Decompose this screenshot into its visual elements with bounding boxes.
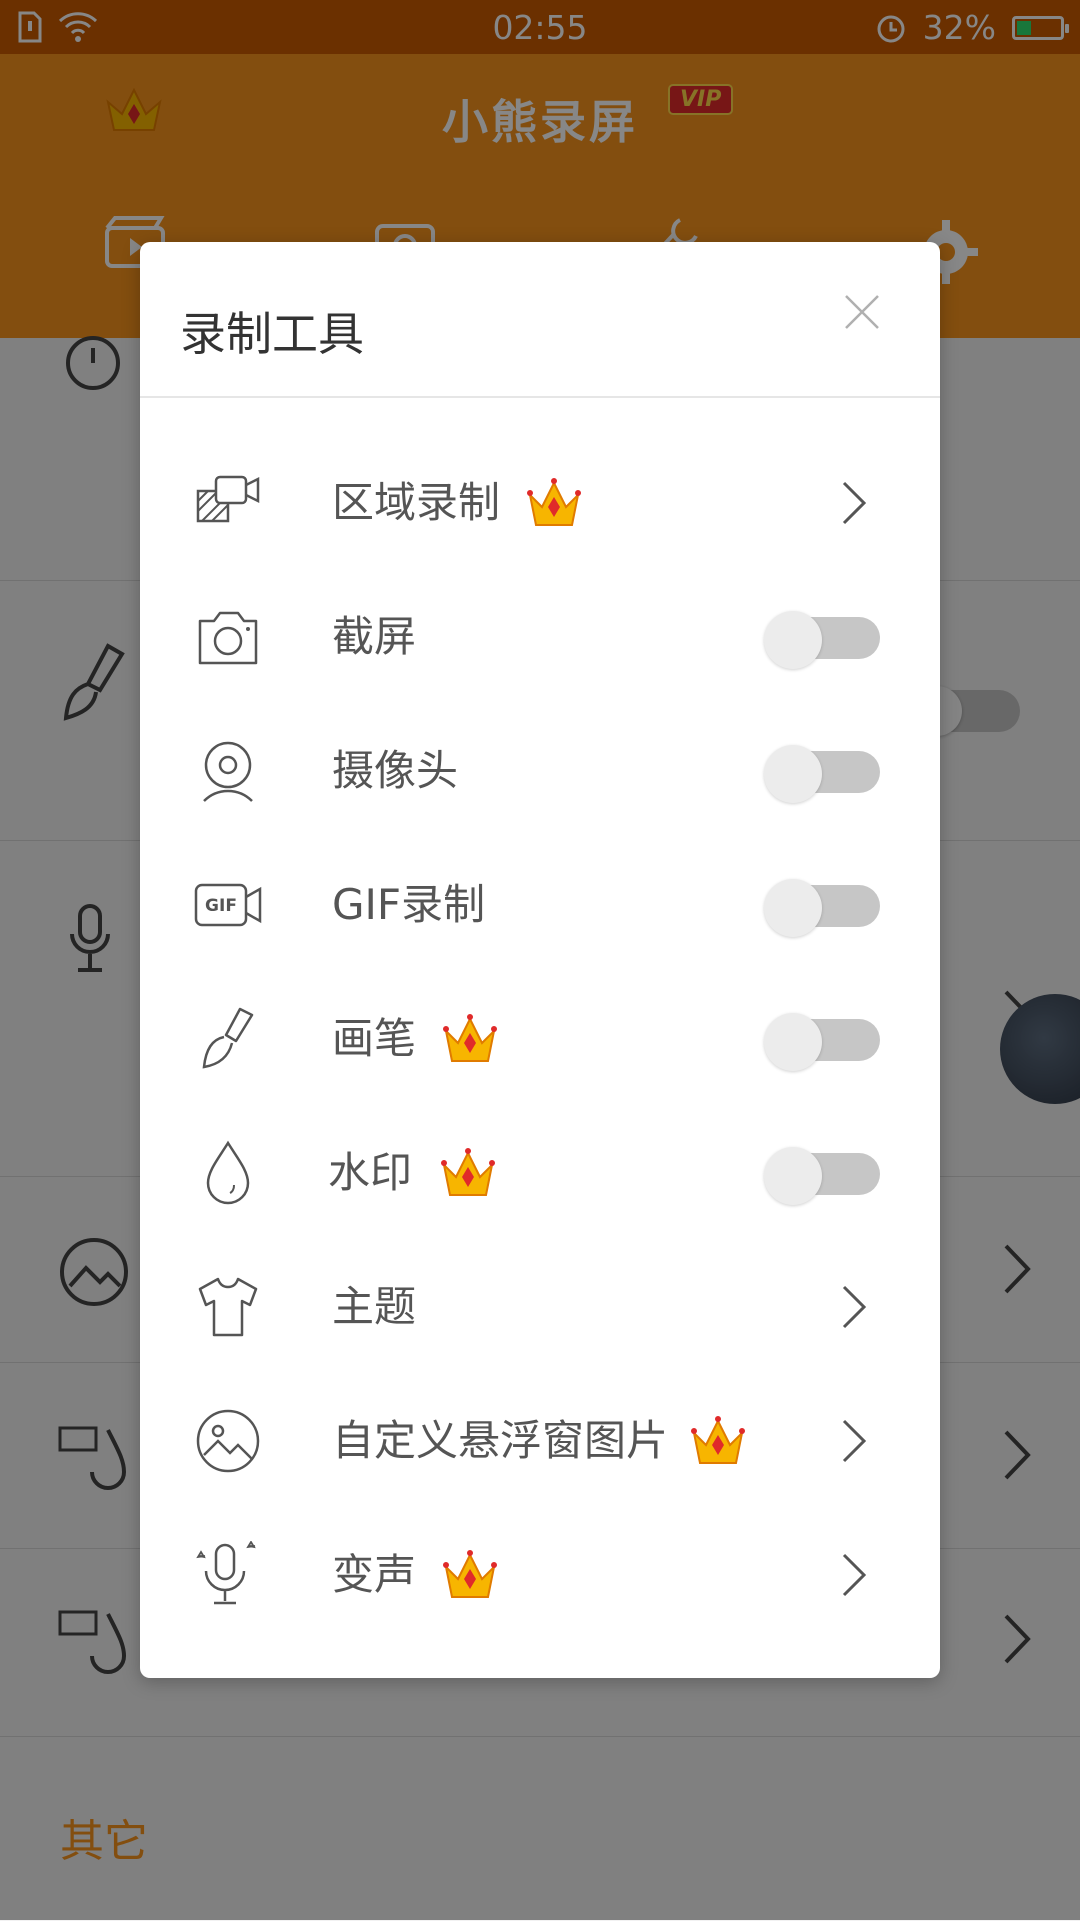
tool-label: 主题 bbox=[332, 1282, 417, 1331]
vip-crown-icon bbox=[443, 1014, 497, 1062]
area-record-icon bbox=[196, 475, 260, 523]
tool-row-brush[interactable]: 画笔 bbox=[140, 972, 940, 1106]
recording-tools-dialog: 录制工具 区域录制 截屏 摄像头 GIF GIF录制 画笔 水印 主题 自定义悬… bbox=[140, 242, 940, 1678]
chevron-right-icon bbox=[842, 1553, 867, 1597]
tool-label: 变声 bbox=[332, 1550, 417, 1599]
screenshot-toggle[interactable] bbox=[764, 611, 880, 669]
chevron-right-icon bbox=[842, 1419, 867, 1463]
tool-row-watermark[interactable]: 水印 bbox=[140, 1106, 940, 1240]
tool-label: 摄像头 bbox=[332, 746, 459, 795]
t-shirt-icon bbox=[198, 1277, 258, 1337]
tool-label: 自定义悬浮窗图片 bbox=[332, 1416, 669, 1465]
close-icon[interactable] bbox=[838, 288, 886, 336]
camera-icon bbox=[198, 611, 258, 665]
webcam-toggle[interactable] bbox=[764, 745, 880, 803]
brush-icon bbox=[202, 1007, 254, 1069]
microphone-icon bbox=[196, 1541, 256, 1605]
tool-label: 区域录制 bbox=[332, 478, 501, 527]
dialog-divider bbox=[140, 396, 940, 398]
vip-crown-icon bbox=[441, 1148, 495, 1196]
tool-label: 截屏 bbox=[332, 612, 417, 661]
gif-camera-icon: GIF bbox=[194, 883, 262, 927]
chevron-right-icon bbox=[842, 1285, 867, 1329]
vip-crown-icon bbox=[527, 478, 581, 526]
tool-row-theme[interactable]: 主题 bbox=[140, 1240, 940, 1374]
gif-record-toggle[interactable] bbox=[764, 879, 880, 937]
tool-row-webcam[interactable]: 摄像头 bbox=[140, 704, 940, 838]
tool-label: GIF录制 bbox=[332, 880, 486, 929]
tool-row-area-record[interactable]: 区域录制 bbox=[140, 436, 940, 570]
tool-label: 水印 bbox=[328, 1148, 413, 1197]
dialog-title: 录制工具 bbox=[180, 307, 364, 361]
tool-row-custom-float-image[interactable]: 自定义悬浮窗图片 bbox=[140, 1374, 940, 1508]
tool-row-screenshot[interactable]: 截屏 bbox=[140, 570, 940, 704]
tool-row-gif-record[interactable]: GIF GIF录制 bbox=[140, 838, 940, 972]
chevron-right-icon bbox=[842, 481, 867, 525]
vip-crown-icon bbox=[691, 1416, 745, 1464]
svg-text:GIF: GIF bbox=[205, 896, 237, 916]
tool-row-voice-changer[interactable]: 变声 bbox=[140, 1508, 940, 1642]
image-icon bbox=[196, 1409, 260, 1473]
watermark-toggle[interactable] bbox=[764, 1147, 880, 1205]
tool-label: 画笔 bbox=[332, 1014, 417, 1063]
water-drop-icon bbox=[206, 1140, 250, 1205]
vip-crown-icon bbox=[443, 1550, 497, 1598]
brush-toggle[interactable] bbox=[764, 1013, 880, 1071]
webcam-icon bbox=[203, 741, 253, 802]
